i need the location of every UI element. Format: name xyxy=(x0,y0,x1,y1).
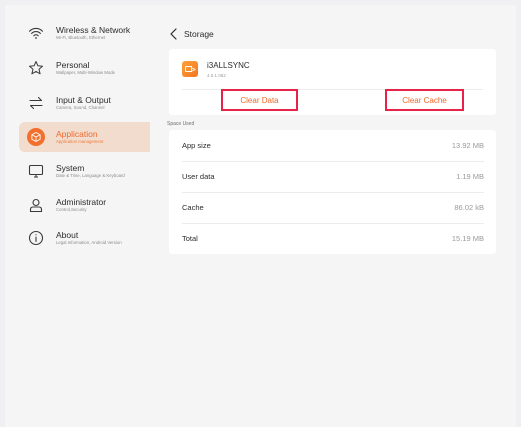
sidebar-item-subtitle: Control,Security xyxy=(56,207,87,213)
usage-row-total: Total 15.19 MB xyxy=(182,223,484,254)
sidebar-item-wireless-network[interactable]: Wireless & Network Wi-Fi, Bluetooth, Eth… xyxy=(19,18,150,48)
sidebar-item-subtitle: Date & Time, Language & Keyboard xyxy=(56,173,125,179)
usage-value: 1.19 MB xyxy=(456,172,484,181)
sidebar-item-title: Administrator xyxy=(56,196,107,207)
sidebar-item-personal[interactable]: Personal Wallpaper, Multi-Window Mode xyxy=(19,53,150,83)
sidebar-item-title: System xyxy=(56,162,85,173)
sidebar-item-input-output[interactable]: Input & Output Camera, Sound, Channel xyxy=(19,88,150,118)
usage-label: Total xyxy=(182,234,198,243)
page-title: Storage xyxy=(184,29,214,39)
app-info-card: i3ALLSYNC 4.0.1.062 Clear Data Clear Cac… xyxy=(169,49,496,115)
sidebar-item-title: Application xyxy=(56,128,98,139)
wifi-icon xyxy=(26,23,46,43)
star-icon xyxy=(26,58,46,78)
app-version: 4.0.1.062 xyxy=(207,73,226,78)
app-icon xyxy=(182,61,198,77)
sidebar-item-title: Wireless & Network xyxy=(56,24,131,35)
main-panel: Storage i3ALLSYNC 4.0.1.062 Clear Data C… xyxy=(150,5,516,427)
space-used-card: App size 13.92 MB User data 1.19 MB Cach… xyxy=(169,130,496,254)
page-header: Storage xyxy=(170,27,214,41)
sidebar-item-about[interactable]: About Legal Information, Android Version xyxy=(19,223,150,253)
info-icon xyxy=(26,228,46,248)
app-name: i3ALLSYNC xyxy=(207,61,250,70)
usage-label: User data xyxy=(182,172,215,181)
sidebar-item-subtitle: Wallpaper, Multi-Window Mode xyxy=(56,70,116,76)
usage-label: Cache xyxy=(182,203,204,212)
usage-row-cache: Cache 86.02 kB xyxy=(182,192,484,223)
section-label: Space Used xyxy=(167,121,195,127)
sidebar-item-administrator[interactable]: Administrator Control,Security xyxy=(19,190,150,220)
clear-data-button[interactable]: Clear Data xyxy=(221,89,298,111)
cube-icon xyxy=(27,128,45,146)
sidebar-item-title: Input & Output xyxy=(56,94,111,105)
sidebar-item-subtitle: Application management xyxy=(56,139,104,145)
sidebar: Wireless & Network Wi-Fi, Bluetooth, Eth… xyxy=(5,5,150,427)
sidebar-item-application[interactable]: Application Application management xyxy=(19,122,150,152)
sidebar-item-subtitle: Wi-Fi, Bluetooth, Ethernet xyxy=(56,35,106,41)
sidebar-item-title: Personal xyxy=(56,59,90,70)
clear-cache-button[interactable]: Clear Cache xyxy=(385,89,464,111)
usage-value: 13.92 MB xyxy=(451,141,484,150)
swap-arrows-icon xyxy=(26,93,46,113)
usage-row-app-size: App size 13.92 MB xyxy=(182,130,484,161)
chevron-left-icon[interactable] xyxy=(170,28,180,40)
user-icon xyxy=(26,195,46,215)
sidebar-item-subtitle: Legal Information, Android Version xyxy=(56,240,122,246)
usage-value: 15.19 MB xyxy=(451,234,484,243)
sidebar-item-system[interactable]: System Date & Time, Language & Keyboard xyxy=(19,156,150,186)
usage-label: App size xyxy=(182,141,211,150)
sidebar-item-title: About xyxy=(56,229,79,240)
sidebar-item-subtitle: Camera, Sound, Channel xyxy=(56,105,105,111)
monitor-icon xyxy=(26,161,46,181)
usage-value: 86.02 kB xyxy=(454,203,484,212)
usage-row-user-data: User data 1.19 MB xyxy=(182,161,484,192)
